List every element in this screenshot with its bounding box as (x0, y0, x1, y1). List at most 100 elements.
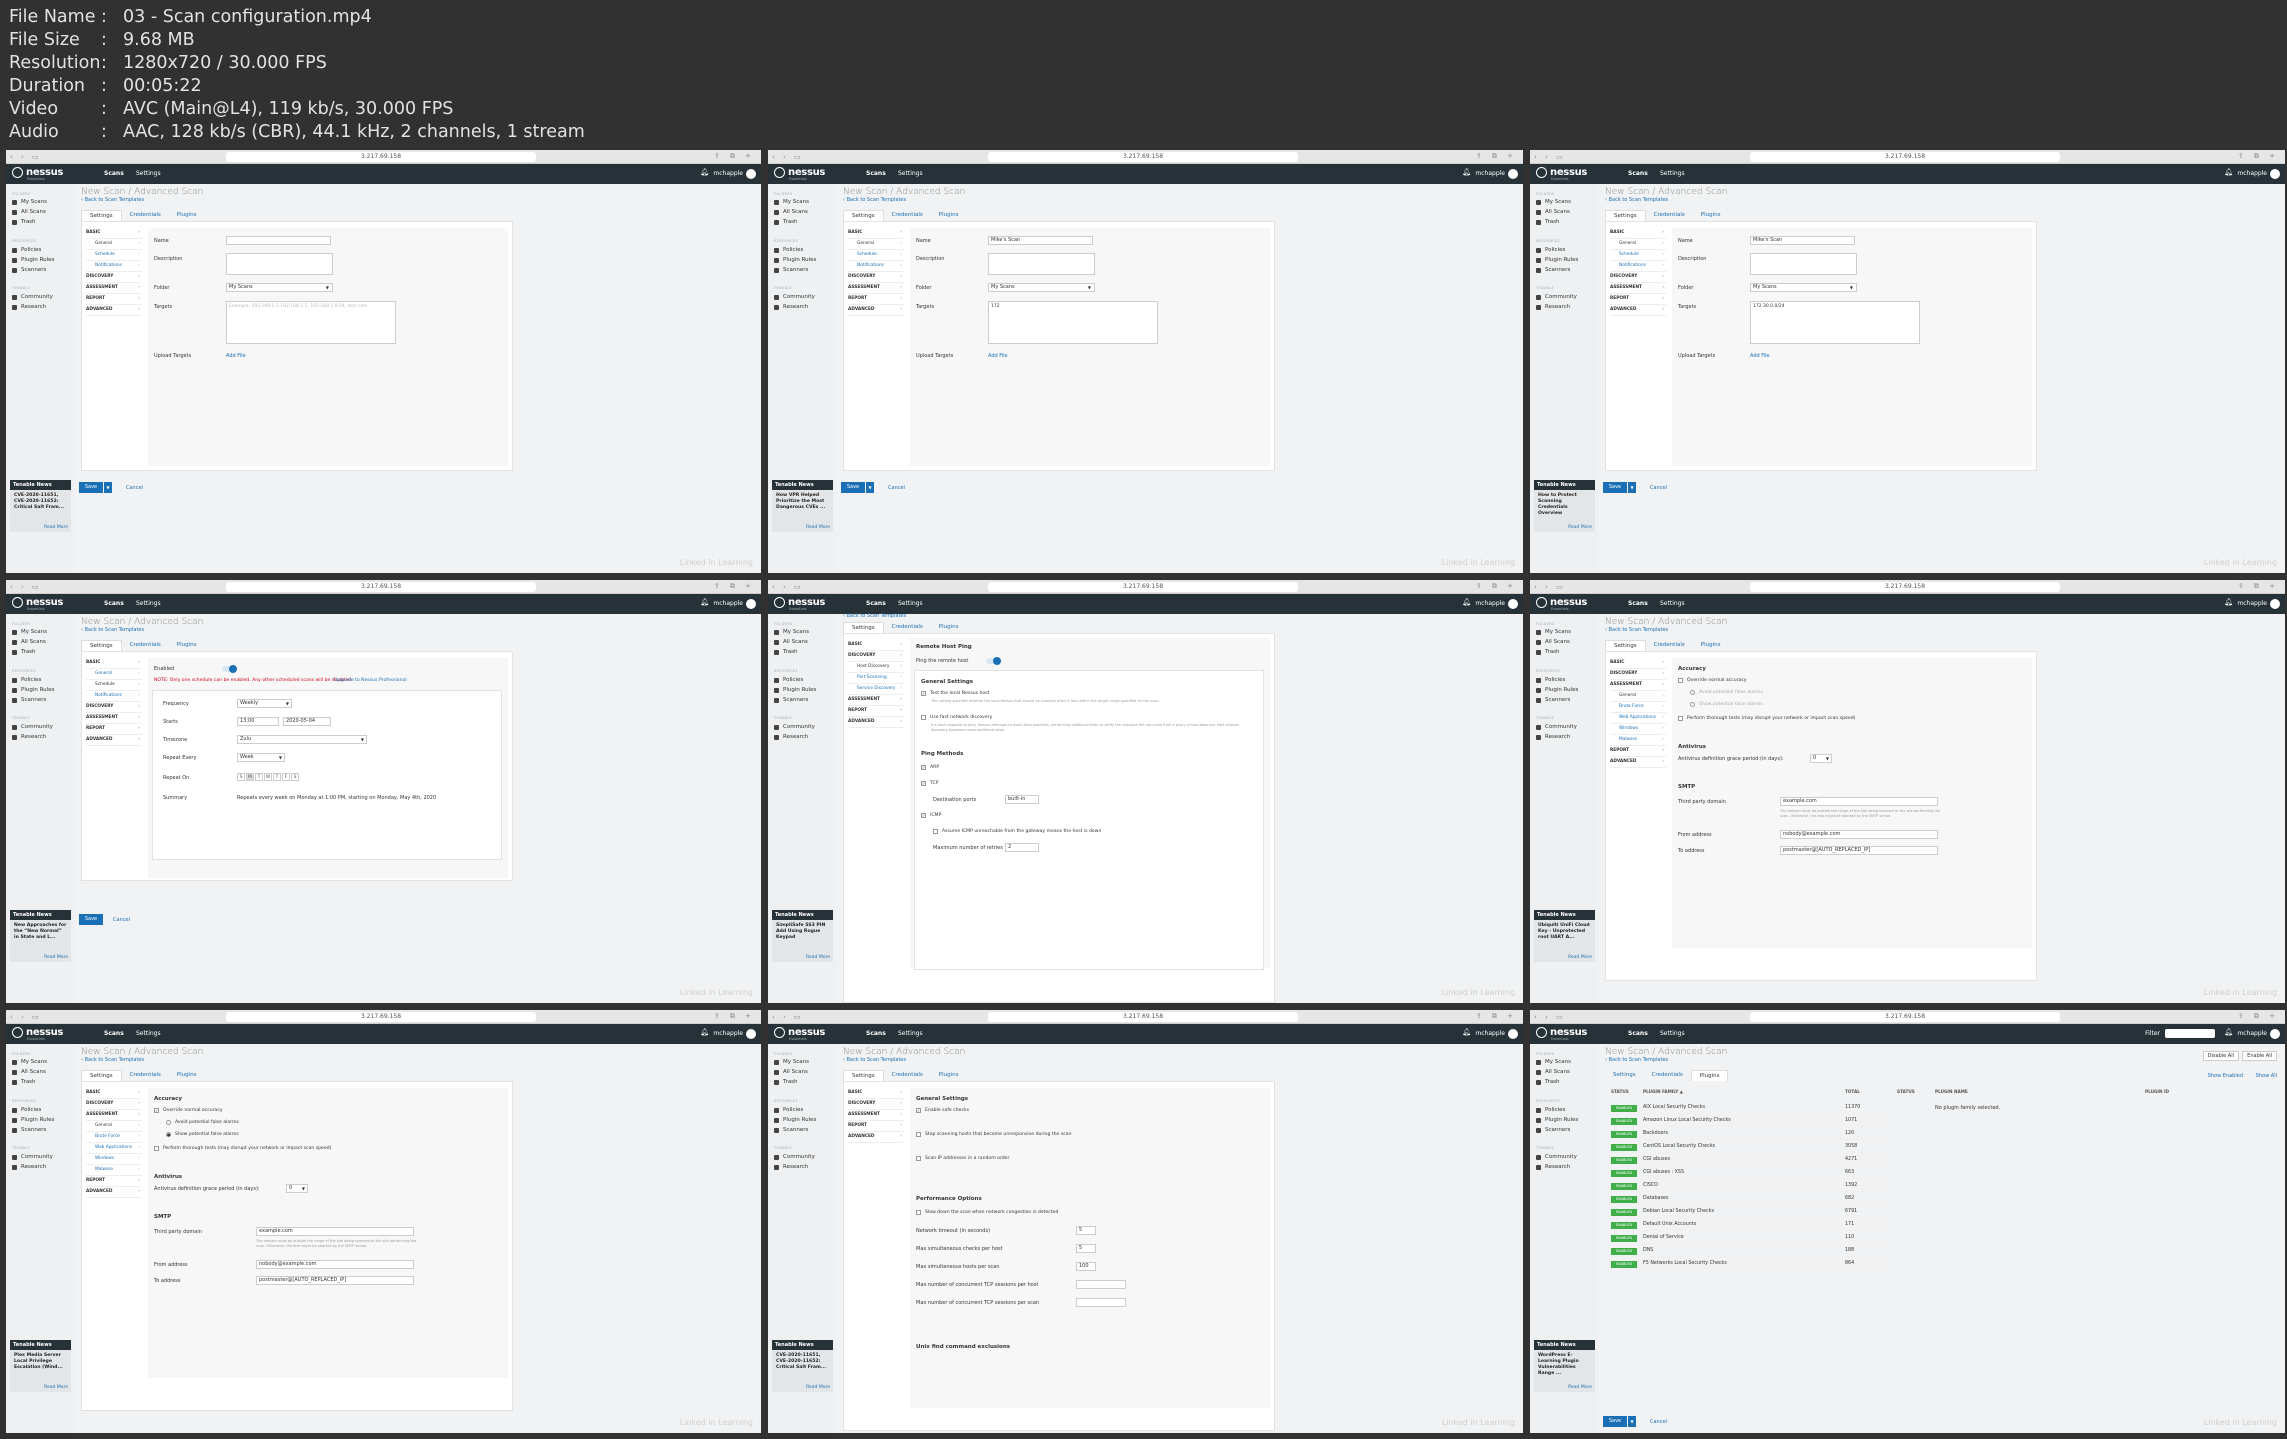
bell-icon[interactable]: 🔔︎ (1462, 1028, 1471, 1036)
sidebar-item-plugin-rules[interactable]: Plugin Rules (12, 1117, 54, 1123)
sidebar-item-plugin-rules[interactable]: Plugin Rules (1536, 1117, 1578, 1123)
enable-all-button[interactable]: Enable All (2242, 1051, 2277, 1061)
address-bar[interactable]: 3.217.69.158 (988, 582, 1298, 592)
save-button[interactable]: Save (79, 482, 103, 493)
nav-report[interactable]: REPORT (848, 1121, 904, 1132)
read-more-link[interactable]: Read More (806, 955, 830, 960)
plugin-family-row[interactable]: ENABLED CentOS Local Security Checks 3058 (1605, 1142, 1885, 1153)
sidebar-item-all-scans[interactable]: All Scans (774, 639, 808, 645)
cancel-button[interactable]: Cancel (126, 485, 143, 491)
sidebar-item-my-scans[interactable]: My Scans (12, 629, 47, 635)
sidebar-item-trash[interactable]: Trash (1536, 219, 1560, 225)
to-field[interactable]: postmaster@[AUTO_REPLACED_IP] (256, 1276, 414, 1285)
start-time-select[interactable]: 13:00 (237, 717, 279, 726)
sidebar-item-my-scans[interactable]: My Scans (12, 199, 47, 205)
tab-plugins[interactable]: Plugins (931, 622, 967, 633)
browser-action-icons[interactable]: ⇪ ⧉ + (1476, 152, 1517, 161)
enabled-badge[interactable]: ENABLED (1611, 1131, 1637, 1138)
name-field[interactable] (226, 236, 331, 245)
nav-assessment[interactable]: ASSESSMENT (86, 283, 142, 294)
sidebar-item-policies[interactable]: Policies (774, 677, 803, 683)
avatar[interactable] (1508, 1029, 1518, 1039)
folder-select[interactable]: My Scans ▼ (1750, 283, 1857, 292)
tab-credentials[interactable]: Credentials (1644, 1070, 1691, 1081)
nav-notifications[interactable]: Notifications (86, 261, 142, 272)
av-grace-select[interactable]: 0 ▼ (286, 1184, 308, 1193)
sidebar-item-scanners[interactable]: Scanners (12, 267, 46, 273)
nav-general[interactable]: General (86, 239, 142, 250)
read-more-link[interactable]: Read More (44, 525, 68, 530)
enabled-toggle[interactable] (222, 665, 237, 673)
plugin-family-row[interactable]: ENABLED CGI abuses : XSS 663 (1605, 1168, 1885, 1179)
nav-report[interactable]: REPORT (86, 1176, 142, 1187)
enabled-badge[interactable]: ENABLED (1611, 1261, 1637, 1268)
bell-icon[interactable]: 🔔︎ (700, 598, 709, 606)
nav-report[interactable]: REPORT (848, 294, 904, 305)
news-text[interactable]: Plex Media Server Local Privilege Escala… (10, 1350, 71, 1374)
show-false-alarms-radio[interactable]: Show potential false alarms (1690, 702, 1763, 707)
folder-select[interactable]: My Scans ▼ (226, 283, 333, 292)
browser-action-icons[interactable]: ⇪ ⧉ + (714, 152, 755, 161)
sidebar-item-community[interactable]: Community (12, 294, 53, 300)
sidebar-item-community[interactable]: Community (1536, 1154, 1577, 1160)
sidebar-item-trash[interactable]: Trash (12, 649, 36, 655)
sidebar-item-all-scans[interactable]: All Scans (774, 209, 808, 215)
sidebar-item-research[interactable]: Research (12, 304, 46, 310)
weekday-toggle[interactable]: W (264, 773, 272, 781)
read-more-link[interactable]: Read More (44, 955, 68, 960)
thorough-tests-checkbox[interactable]: Perform thorough tests (may disrupt your… (1678, 716, 1855, 721)
nessus-logo[interactable]: nessus Essentials (12, 1027, 63, 1041)
save-button[interactable]: Save (1603, 482, 1627, 493)
nessus-logo[interactable]: nessus Essentials (774, 1027, 825, 1041)
timezone-select[interactable]: Zulu ▼ (237, 735, 367, 744)
weekday-toggle[interactable]: F (282, 773, 290, 781)
nav-service-discovery[interactable]: Service Discovery (848, 684, 904, 695)
nav-assessment[interactable]: ASSESSMENT (848, 695, 904, 706)
assume-icmp-checkbox[interactable]: Assume ICMP unreachable from the gateway… (933, 829, 1101, 834)
sidebar-item-my-scans[interactable]: My Scans (774, 199, 809, 205)
nav-advanced[interactable]: ADVANCED (848, 717, 904, 728)
random-order-checkbox[interactable]: Scan IP addresses in a random order (916, 1156, 1009, 1161)
browser-nav-icons[interactable]: ‹ › ▭ (772, 153, 804, 161)
avatar[interactable] (746, 1029, 756, 1039)
test-local-host-checkbox[interactable]: ✓ Test the local Nessus host (921, 691, 989, 696)
username[interactable]: mchapple (713, 170, 743, 177)
nav-advanced[interactable]: ADVANCED (86, 305, 142, 316)
tab-settings[interactable]: Settings (1605, 210, 1646, 221)
enabled-badge[interactable]: ENABLED (1611, 1183, 1637, 1190)
add-file-link[interactable]: Add File (988, 353, 1008, 359)
tab-plugins[interactable]: Plugins (1693, 210, 1729, 221)
news-text[interactable]: SimpliSafe SS3 PIN Add Using Rogue Keypa… (772, 920, 833, 944)
nav-advanced[interactable]: ADVANCED (86, 1187, 142, 1198)
tab-credentials[interactable]: Credentials (884, 210, 931, 221)
tab-credentials[interactable]: Credentials (122, 640, 169, 651)
sidebar-item-community[interactable]: Community (12, 1154, 53, 1160)
sidebar-item-all-scans[interactable]: All Scans (1536, 1069, 1570, 1075)
username[interactable]: mchapple (1475, 600, 1505, 607)
tab-plugins[interactable]: Plugins (931, 1070, 967, 1081)
show-all-link[interactable]: Show All (2256, 1073, 2277, 1079)
repeat-every-select[interactable]: Week ▼ (237, 753, 285, 762)
bell-icon[interactable]: 🔔︎ (2224, 598, 2233, 606)
sidebar-item-plugin-rules[interactable]: Plugin Rules (774, 1117, 816, 1123)
nav-discovery[interactable]: DISCOVERY (86, 272, 142, 283)
nav-settings[interactable]: Settings (1660, 170, 1685, 177)
tab-settings[interactable]: Settings (843, 1070, 884, 1081)
sidebar-item-policies[interactable]: Policies (1536, 677, 1565, 683)
override-accuracy-checkbox[interactable]: ✓ Override normal accuracy (154, 1108, 223, 1113)
checkbox-box[interactable]: ✓ (921, 813, 926, 818)
description-field[interactable] (988, 253, 1095, 275)
nav-malware[interactable]: Malware (1610, 735, 1666, 746)
checkbox-box[interactable]: ✓ (921, 691, 926, 696)
browser-nav-icons[interactable]: ‹ › ▭ (10, 583, 42, 591)
weekday-toggle[interactable]: S (291, 773, 299, 781)
nav-scans[interactable]: Scans (866, 170, 886, 177)
sidebar-item-plugin-rules[interactable]: Plugin Rules (1536, 257, 1578, 263)
enabled-badge[interactable]: ENABLED (1611, 1209, 1637, 1216)
address-bar[interactable]: 3.217.69.158 (988, 1012, 1298, 1022)
nav-scans[interactable]: Scans (866, 1030, 886, 1037)
nav-assessment[interactable]: ASSESSMENT (1610, 283, 1666, 294)
username[interactable]: mchapple (2237, 1030, 2267, 1037)
sidebar-item-my-scans[interactable]: My Scans (774, 629, 809, 635)
tab-settings[interactable]: Settings (1605, 640, 1646, 651)
